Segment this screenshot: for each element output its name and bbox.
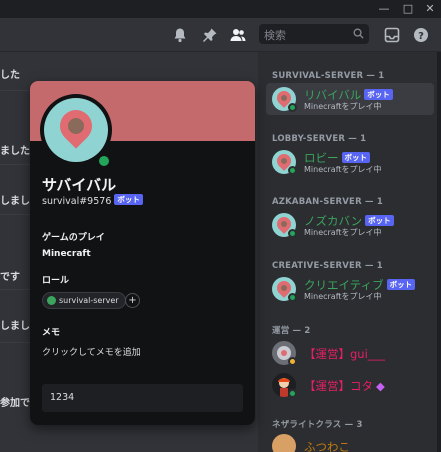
members-icon[interactable] xyxy=(230,27,246,43)
bot-badge: ボット xyxy=(114,194,143,205)
role-pill[interactable]: survival-server xyxy=(42,292,126,309)
add-role-button[interactable]: + xyxy=(125,293,140,308)
member-item-azkaban[interactable]: ノズカバン ボット Minecraftをプレイ中 xyxy=(266,209,434,241)
member-item-lobby[interactable]: ロビー ボット Minecraftをプレイ中 xyxy=(266,146,434,178)
member-section-header: AZKABAN-SERVER — 1 xyxy=(272,197,383,207)
search-placeholder: 検索 xyxy=(264,29,286,42)
member-name: 【運営】コタ xyxy=(304,379,373,393)
member-section-header: ネザライトクラス — 3 xyxy=(272,420,363,430)
bot-badge: ボット xyxy=(364,89,393,100)
member-item-revival[interactable]: リバイバル ボット Minecraftをプレイ中 xyxy=(266,83,434,115)
inbox-icon[interactable] xyxy=(384,27,400,43)
channel-header: ? xyxy=(0,18,441,52)
profile-display-name: サバイバル xyxy=(42,176,117,194)
member-name: ロビー xyxy=(304,151,339,165)
member-item-kota[interactable]: 【運営】コタ ◆ xyxy=(266,369,434,401)
role-color-icon xyxy=(47,296,56,305)
member-name: 【運営】gui___ xyxy=(304,347,386,361)
activity-value: Minecraft xyxy=(42,249,91,259)
member-activity: Minecraftをプレイ中 xyxy=(304,292,382,301)
member-name: ふつわこ xyxy=(304,440,350,452)
divider xyxy=(0,214,30,215)
online-status-icon xyxy=(96,153,112,169)
divider xyxy=(0,342,30,343)
chat-message-fragment: した xyxy=(0,70,20,81)
roles-heading: ロール xyxy=(42,276,70,286)
member-section-header: 運営 — 2 xyxy=(272,326,311,336)
close-icon[interactable]: ✕ xyxy=(418,0,441,18)
avatar xyxy=(272,434,296,452)
pin-icon[interactable] xyxy=(202,27,218,43)
memo-heading: メモ xyxy=(42,328,61,338)
member-activity: Minecraftをプレイ中 xyxy=(304,165,382,174)
profile-avatar[interactable] xyxy=(40,94,112,169)
map-pin-icon xyxy=(53,103,99,149)
member-name: クリエイティブ xyxy=(304,278,384,292)
profile-tag-row: survival#9576 ボット xyxy=(42,194,143,207)
divider xyxy=(0,90,30,91)
scrollbar[interactable] xyxy=(437,52,441,452)
minimize-icon[interactable]: — xyxy=(372,0,396,18)
window-titlebar: — □ ✕ xyxy=(0,0,441,18)
bot-badge: ボット xyxy=(386,279,416,290)
idle-status-icon xyxy=(288,357,297,366)
message-input[interactable]: 1234 xyxy=(42,384,243,412)
divider xyxy=(0,289,30,290)
online-status-icon xyxy=(288,293,297,302)
svg-text:?: ? xyxy=(418,31,424,42)
user-profile-popout: サバイバル survival#9576 ボット ゲームのプレイ Minecraft… xyxy=(30,81,255,425)
gem-icon: ◆ xyxy=(376,379,385,393)
member-activity: Minecraftをプレイ中 xyxy=(304,228,382,237)
online-status-icon xyxy=(288,389,297,398)
online-status-icon xyxy=(288,103,297,112)
role-name: survival-server xyxy=(59,296,119,305)
member-item-creative[interactable]: クリエイティブ ボット Minecraftをプレイ中 xyxy=(266,273,434,305)
member-section-header: CREATIVE-SERVER — 1 xyxy=(272,261,383,271)
member-name-row: 【運営】コタ ◆ xyxy=(304,378,385,394)
online-status-icon xyxy=(288,166,297,175)
member-item-gui[interactable]: 【運営】gui___ xyxy=(266,337,434,369)
search-input[interactable]: 検索 xyxy=(259,24,369,44)
online-status-icon xyxy=(288,229,297,238)
member-item-futsuwako[interactable]: ふつわこ xyxy=(266,430,434,452)
member-activity: Minecraftをプレイ中 xyxy=(304,102,382,111)
member-name: ノズカバン xyxy=(304,214,363,228)
member-list: SURVIVAL-SERVER — 1 リバイバル ボット Minecraftをプ… xyxy=(258,52,441,452)
bell-icon[interactable] xyxy=(172,27,188,43)
memo-field[interactable]: クリックしてメモを追加 xyxy=(42,345,141,358)
member-section-header: LOBBY-SERVER — 1 xyxy=(272,134,367,144)
divider xyxy=(0,164,30,165)
help-icon[interactable]: ? xyxy=(413,27,429,43)
bot-badge: ボット xyxy=(365,215,394,226)
bot-badge: ボット xyxy=(341,152,370,163)
maximize-icon[interactable]: □ xyxy=(396,0,420,18)
avatar xyxy=(44,98,108,162)
activity-heading: ゲームのプレイ xyxy=(42,233,105,243)
profile-tag: survival#9576 xyxy=(42,196,112,207)
member-name: リバイバル xyxy=(304,88,362,102)
member-section-header: SURVIVAL-SERVER — 1 xyxy=(272,71,385,81)
search-icon xyxy=(353,28,364,39)
